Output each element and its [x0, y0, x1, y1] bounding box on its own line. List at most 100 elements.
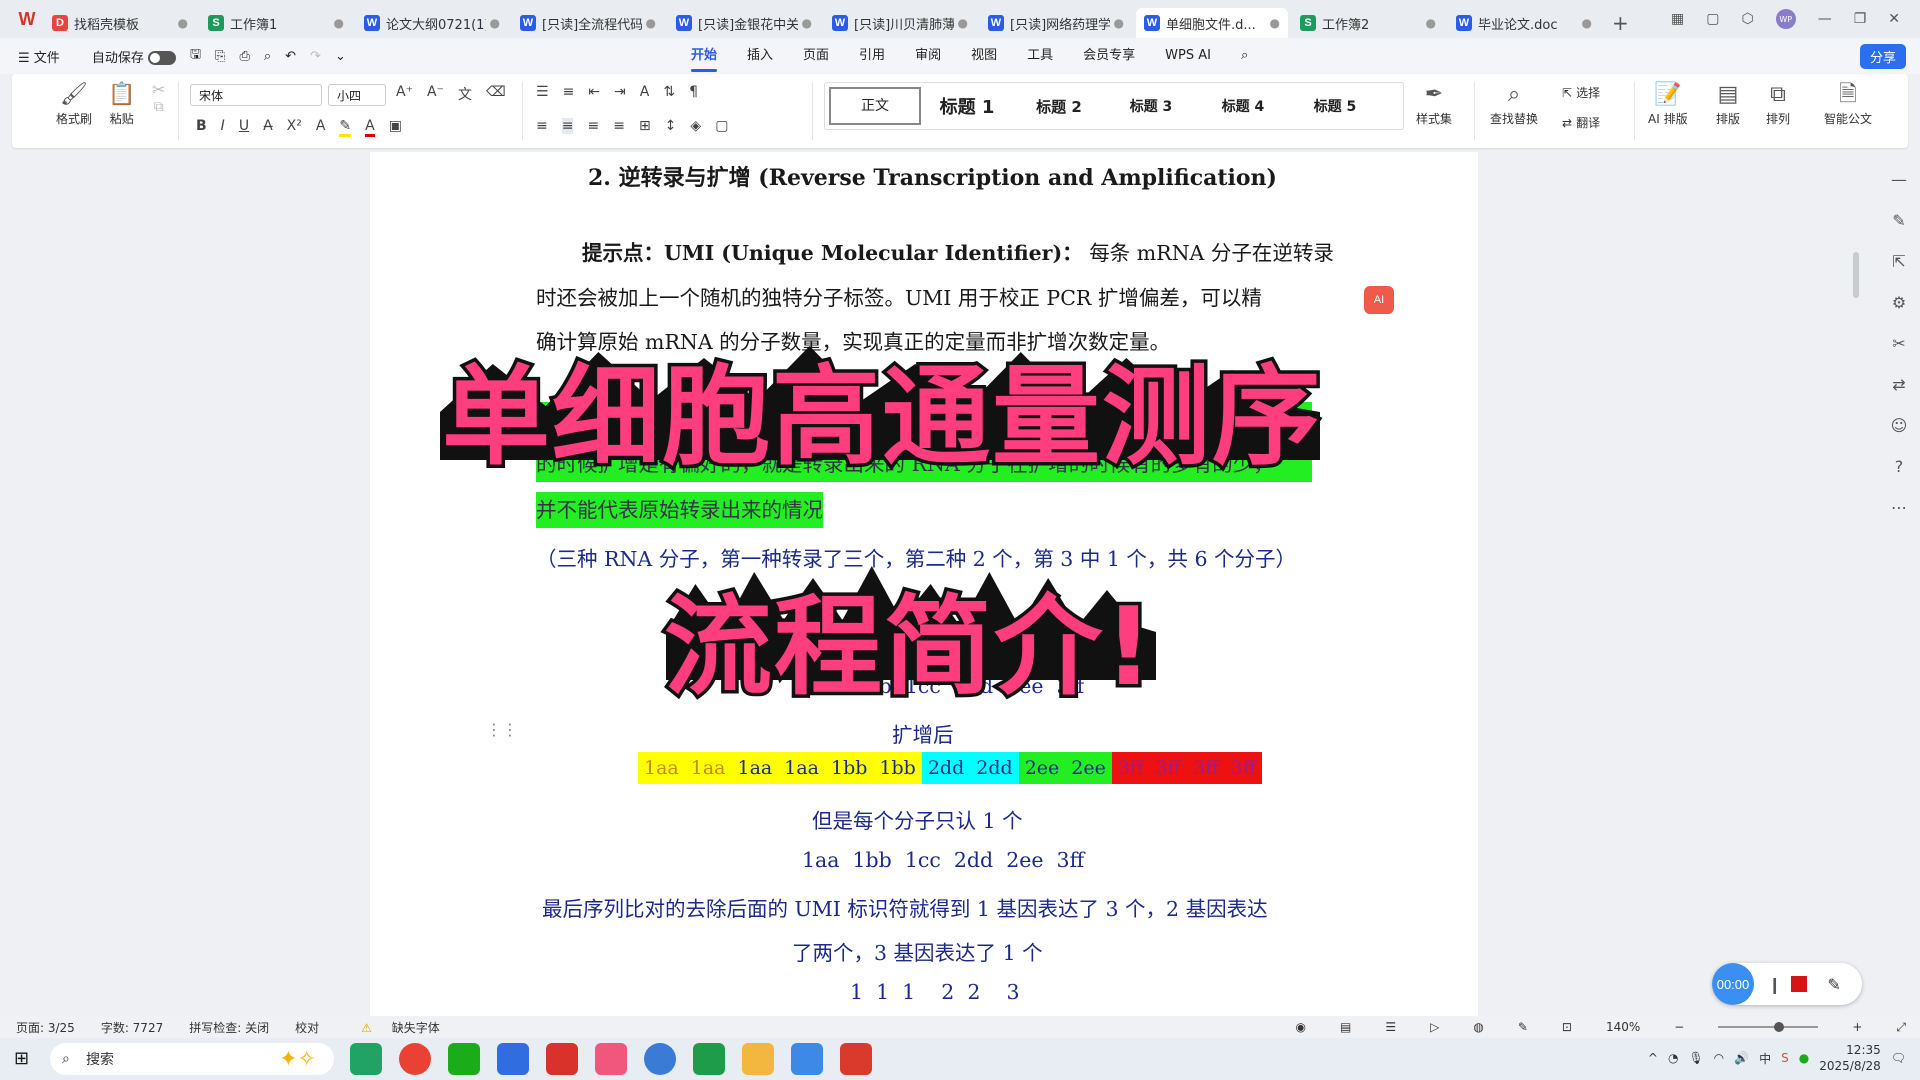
fullscreen-icon[interactable]: ⤢ [1896, 1020, 1906, 1035]
border-icon[interactable]: ▢ [715, 118, 728, 134]
pause-icon[interactable]: ❙ [1768, 975, 1781, 994]
tab-close-icon[interactable]: ● [646, 16, 656, 30]
grow-font-icon[interactable]: A⁺ [396, 84, 413, 104]
vertical-scrollbar[interactable] [1852, 160, 1860, 980]
eye-icon[interactable]: ◉ [1296, 1020, 1306, 1034]
menu-tab-1[interactable]: 插入 [732, 38, 788, 74]
char-shading-icon[interactable]: ▣ [389, 118, 402, 137]
menu-tab-3[interactable]: 引用 [844, 38, 900, 74]
layout-button[interactable]: ▤ 排版 [1716, 80, 1740, 127]
close-icon[interactable]: ✕ [1888, 11, 1900, 27]
page-view-icon[interactable]: ▤ [1340, 1020, 1351, 1034]
arrange-button[interactable]: ⧉ 排列 [1766, 80, 1790, 127]
tab-close-icon[interactable]: ● [334, 16, 344, 30]
tab-2[interactable]: W 论文大纲0721(1)... ● [356, 8, 508, 38]
bold-icon[interactable]: B [196, 118, 207, 137]
outdent-icon[interactable]: ⇤ [588, 84, 600, 100]
tab-7[interactable]: W 单细胞文件.d... ● [1136, 8, 1288, 38]
notification-icon[interactable]: 🗨 [1891, 1051, 1906, 1065]
style-1[interactable]: 标题 1 [921, 93, 1013, 119]
tab-3[interactable]: W [只读]全流程代码... ● [512, 8, 664, 38]
folder-icon[interactable] [742, 1043, 774, 1075]
avatar[interactable]: WP [1775, 9, 1796, 29]
line-spacing-icon[interactable]: ↕ [665, 118, 677, 134]
tab-close-icon[interactable]: ● [802, 16, 812, 30]
wps-icon[interactable] [546, 1043, 578, 1075]
chrome-icon[interactable] [399, 1043, 431, 1075]
format-painter-button[interactable]: 🖌 格式刷 [56, 80, 92, 127]
settings-icon[interactable]: ⚙ [1892, 293, 1906, 312]
app-icon[interactable] [595, 1043, 627, 1075]
files-icon[interactable] [791, 1043, 823, 1075]
scroll-thumb[interactable] [1853, 252, 1859, 298]
autosave-toggle[interactable]: 自动保存 [92, 47, 176, 66]
new-tab-button[interactable]: + [1612, 8, 1629, 38]
text-effect-icon[interactable]: A [316, 118, 326, 137]
tray-expand-icon[interactable]: ^ [1648, 1051, 1658, 1065]
more-options-icon[interactable]: ⋯ [1891, 498, 1907, 517]
shading-icon[interactable]: ◈ [690, 118, 701, 134]
menu-tab-6[interactable]: 工具 [1012, 38, 1068, 74]
indent-icon[interactable]: ⇥ [614, 84, 626, 100]
window-icon[interactable]: ▢ [1706, 11, 1719, 27]
volume-icon[interactable]: 🔊 [1734, 1051, 1749, 1065]
tab-9[interactable]: W 毕业论文.doc ● [1448, 8, 1600, 38]
wps-logo-icon[interactable]: W [10, 0, 44, 38]
tools-icon[interactable]: ✂ [1892, 334, 1905, 353]
font-family-select[interactable]: 宋体 [190, 84, 322, 106]
style-0[interactable]: 正文 [829, 87, 921, 125]
tab-5[interactable]: W [只读]川贝清肺薄荷... ● [824, 8, 976, 38]
ai-assistant-icon[interactable]: AI [1364, 286, 1394, 314]
find-replace-button[interactable]: ⌕ 查找替换 [1490, 80, 1538, 127]
page-indicator[interactable]: 页面: 3/25 [16, 1019, 75, 1036]
font-size-select[interactable]: 小四 [328, 84, 386, 106]
clear-format-icon[interactable]: ⌫ [486, 84, 506, 104]
tab-close-icon[interactable]: ● [1114, 16, 1124, 30]
numbered-list-icon[interactable]: ≡ [563, 84, 575, 100]
qq-icon[interactable] [497, 1043, 529, 1075]
select-icon[interactable]: ⇱ [1892, 252, 1905, 271]
mic-icon[interactable]: 🎙 [1688, 1051, 1703, 1065]
collapse-icon[interactable]: — [1891, 170, 1907, 189]
strikethrough-icon[interactable]: A̶ [263, 118, 273, 137]
stop-button[interactable] [1791, 976, 1808, 992]
justify-icon[interactable]: ≡ [613, 118, 625, 134]
zoom-in-icon[interactable]: + [1852, 1020, 1862, 1034]
print-icon[interactable]: ⎙ [239, 49, 249, 64]
zoom-level[interactable]: 140% [1606, 1020, 1640, 1034]
zoom-out-icon[interactable]: − [1674, 1020, 1684, 1034]
tab-1[interactable]: S 工作簿1 ● [200, 8, 352, 38]
missing-font-warning[interactable]: ⚠ 缺失字体 [345, 1019, 440, 1036]
tab-close-icon[interactable]: ● [1426, 16, 1436, 30]
word-count[interactable]: 字数: 7727 [101, 1019, 163, 1036]
browser-icon[interactable] [644, 1043, 676, 1075]
share-button[interactable]: 分享 [1859, 44, 1906, 69]
pen-icon[interactable]: ✎ [1827, 975, 1840, 994]
underline-icon[interactable]: U [239, 118, 249, 137]
phonetic-icon[interactable]: 文 [458, 84, 472, 104]
menu-tab-5[interactable]: 视图 [956, 38, 1012, 74]
tab-close-icon[interactable]: ● [1582, 16, 1592, 30]
tab-8[interactable]: S 工作簿2 ● [1292, 8, 1444, 38]
sort-icon[interactable]: ⇅ [663, 84, 675, 100]
translate-button[interactable]: ⇄ 翻译 [1562, 114, 1600, 131]
proofread-button[interactable]: 校对 [295, 1019, 319, 1036]
preview-icon[interactable]: ⌕ [264, 49, 271, 64]
tab-close-icon[interactable]: ● [958, 16, 968, 30]
ai-layout-button[interactable]: 📝 AI 排版 [1648, 80, 1688, 127]
superscript-icon[interactable]: X² [287, 118, 302, 137]
windows-start-icon[interactable]: ⊞ [14, 1048, 29, 1069]
paste-button[interactable]: 📋 粘贴 [108, 80, 135, 127]
tab-close-icon[interactable]: ● [178, 16, 188, 30]
spell-check-status[interactable]: 拼写检查: 关闭 [189, 1019, 269, 1036]
robot-icon[interactable]: ☺ [1891, 416, 1908, 435]
distribute-icon[interactable]: ⊞ [639, 118, 651, 134]
italic-icon[interactable]: I [221, 118, 225, 137]
export-icon[interactable]: ⎘ [215, 49, 225, 64]
wechat-tray-icon[interactable]: ● [1799, 1051, 1809, 1065]
menu-tab-7[interactable]: 会员专享 [1068, 38, 1150, 74]
transfer-icon[interactable] [693, 1043, 725, 1075]
cube-icon[interactable]: ⬡ [1741, 11, 1753, 27]
edge-icon[interactable] [350, 1043, 382, 1075]
redo-icon[interactable]: ↷ [310, 49, 321, 64]
